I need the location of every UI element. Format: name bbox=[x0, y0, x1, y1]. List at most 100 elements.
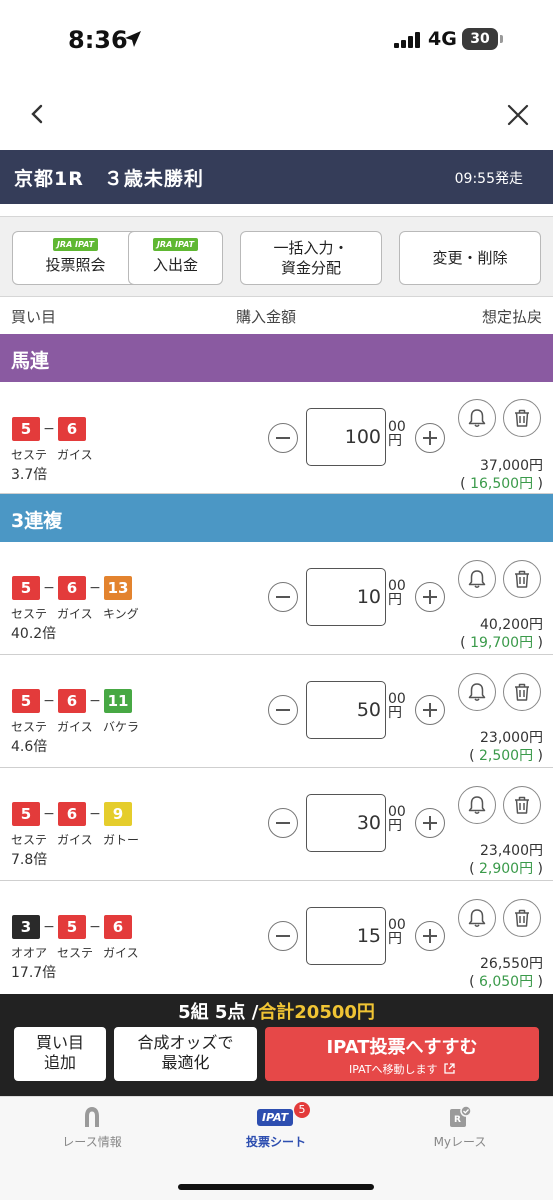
delete-button[interactable] bbox=[503, 673, 541, 711]
bell-icon bbox=[468, 683, 486, 701]
horse-name: セステ bbox=[11, 833, 48, 847]
horse-name: ガイス bbox=[103, 946, 139, 960]
increase-button[interactable] bbox=[415, 695, 445, 725]
deposit-label: 入出金 bbox=[152, 256, 198, 274]
race-title: 京都1R ３歳未勝利 bbox=[14, 168, 204, 190]
ipat-sub-text: IPATへ移動します bbox=[348, 1063, 438, 1076]
expected-profit: ( 2,500円 ) bbox=[469, 748, 543, 764]
bell-button[interactable] bbox=[458, 786, 496, 824]
battery-icon: 30 bbox=[462, 28, 498, 50]
horse-number: 5 bbox=[58, 915, 86, 939]
odds: 17.7倍 bbox=[11, 965, 57, 981]
tab-race-info[interactable]: レース情報 bbox=[0, 1097, 184, 1157]
horse-number: 5 bbox=[12, 802, 40, 826]
decrease-button[interactable] bbox=[268, 921, 298, 951]
odds: 40.2倍 bbox=[11, 626, 57, 642]
decrease-button[interactable] bbox=[268, 808, 298, 838]
odds: 7.8倍 bbox=[11, 852, 48, 868]
amount-input[interactable]: 10 bbox=[306, 568, 386, 626]
horse-number: 6 bbox=[58, 417, 86, 441]
increase-button[interactable] bbox=[415, 423, 445, 453]
bet-row: 5 − 6 − 11 セステ ガイス バケラ 4.6倍 50 00 円 23,00… bbox=[0, 655, 553, 768]
edit-delete-button[interactable]: 変更・削除 bbox=[399, 231, 541, 285]
chevron-left-icon[interactable] bbox=[26, 102, 50, 126]
vote-inquiry-button[interactable]: JRA IPAT 投票照会 bbox=[12, 231, 139, 285]
bell-button[interactable] bbox=[458, 899, 496, 937]
add-bet-button[interactable]: 買い目 追加 bbox=[14, 1027, 106, 1081]
amount-input[interactable]: 30 bbox=[306, 794, 386, 852]
proceed-ipat-button[interactable]: IPAT投票へすすむ IPATへ移動します bbox=[265, 1027, 539, 1081]
post-time: 09:55発走 bbox=[454, 171, 523, 187]
delete-button[interactable] bbox=[503, 786, 541, 824]
profit-value: 2,500円 bbox=[478, 748, 534, 764]
amount-input[interactable]: 15 bbox=[306, 907, 386, 965]
close-icon[interactable] bbox=[505, 102, 531, 128]
status-bar: 8:36 4G 30 bbox=[0, 0, 553, 84]
unit-yen: 円 bbox=[388, 592, 402, 608]
delete-button[interactable] bbox=[503, 399, 541, 437]
delete-button[interactable] bbox=[503, 899, 541, 937]
vote-inquiry-label: 投票照会 bbox=[45, 256, 106, 274]
horse-numbers: 3 − 5 − 6 bbox=[12, 915, 132, 939]
bulk-input-label-1: 一括入力・ bbox=[273, 239, 349, 257]
home-indicator bbox=[178, 1184, 374, 1190]
jra-ipat-badge: JRA IPAT bbox=[52, 238, 99, 251]
expected-payout: 40,200円 bbox=[480, 617, 543, 633]
trash-icon bbox=[515, 683, 529, 701]
horse-number: 6 bbox=[58, 802, 86, 826]
tab-my-race-label: Myレース bbox=[433, 1135, 487, 1149]
bet-row: 5 − 6 セステ ガイス 3.7倍 100 00 円 37,000円 ( 16,… bbox=[0, 382, 553, 494]
horse-names: セステ ガイス キング bbox=[11, 605, 149, 622]
bet-row: 5 − 6 − 13 セステ ガイス キング 40.2倍 10 00 円 40,2… bbox=[0, 542, 553, 655]
amount-input[interactable]: 50 bbox=[306, 681, 386, 739]
total-amount: 合計20500円 bbox=[258, 1002, 375, 1023]
increase-button[interactable] bbox=[415, 921, 445, 951]
proceed-ipat-sublabel: IPATへ移動します bbox=[265, 1061, 539, 1077]
status-time: 8:36 bbox=[68, 26, 128, 54]
svg-text:R: R bbox=[454, 1115, 461, 1125]
bell-button[interactable] bbox=[458, 673, 496, 711]
decrease-button[interactable] bbox=[268, 423, 298, 453]
profit-value: 6,050円 bbox=[478, 974, 534, 990]
increase-button[interactable] bbox=[415, 808, 445, 838]
horse-number: 9 bbox=[104, 802, 132, 826]
col-amount: 購入金額 bbox=[236, 308, 297, 326]
bell-button[interactable] bbox=[458, 399, 496, 437]
bet-count: 5組 5点 / bbox=[178, 1002, 259, 1023]
location-arrow-icon bbox=[125, 31, 141, 47]
horse-numbers: 5 − 6 − 9 bbox=[12, 802, 132, 826]
bulk-input-button[interactable]: 一括入力・ 資金分配 bbox=[240, 231, 382, 285]
horse-name: セステ bbox=[11, 720, 48, 734]
horse-name: ガイス bbox=[57, 448, 93, 462]
delete-button[interactable] bbox=[503, 560, 541, 598]
bell-icon bbox=[468, 909, 486, 927]
optimize-odds-button[interactable]: 合成オッズで 最適化 bbox=[114, 1027, 257, 1081]
horseshoe-icon bbox=[85, 1107, 99, 1127]
expected-payout: 23,400円 bbox=[480, 843, 543, 859]
cellular-signal-icon bbox=[394, 32, 420, 48]
amount-input[interactable]: 100 bbox=[306, 408, 386, 466]
decrease-button[interactable] bbox=[268, 695, 298, 725]
col-payout: 想定払戻 bbox=[481, 308, 542, 326]
increase-button[interactable] bbox=[415, 582, 445, 612]
bell-button[interactable] bbox=[458, 560, 496, 598]
bet-type-umaren: 馬連 bbox=[0, 334, 553, 382]
jra-ipat-badge: JRA IPAT bbox=[152, 238, 199, 251]
optimize-label-1: 合成オッズで bbox=[137, 1033, 234, 1052]
deposit-button[interactable]: JRA IPAT 入出金 bbox=[128, 231, 223, 285]
decrease-button[interactable] bbox=[268, 582, 298, 612]
horse-numbers: 5 − 6 − 11 bbox=[12, 689, 132, 713]
horse-names: セステ ガイス バケラ bbox=[11, 718, 149, 735]
add-bet-label-1: 買い目 bbox=[35, 1033, 84, 1052]
network-type: 4G bbox=[428, 28, 457, 50]
tab-vote-sheet[interactable]: IPAT 5 投票シート bbox=[184, 1097, 368, 1157]
my-race-icon: R bbox=[450, 1105, 472, 1127]
horse-number: 6 bbox=[104, 915, 132, 939]
column-headers: 買い目 購入金額 想定払戻 bbox=[0, 296, 553, 334]
bet-row: 3 − 5 − 6 オオア セステ ガイス 17.7倍 15 00 円 26,55… bbox=[0, 881, 553, 994]
tab-race-info-label: レース情報 bbox=[62, 1135, 122, 1149]
horse-names: セステ ガイス ガトー bbox=[11, 831, 149, 848]
odds: 4.6倍 bbox=[11, 739, 48, 755]
summary-footer: 5組 5点 /合計20500円 買い目 追加 合成オッズで 最適化 IPAT投票… bbox=[0, 994, 553, 1096]
tab-my-race[interactable]: R Myレース bbox=[368, 1097, 552, 1157]
